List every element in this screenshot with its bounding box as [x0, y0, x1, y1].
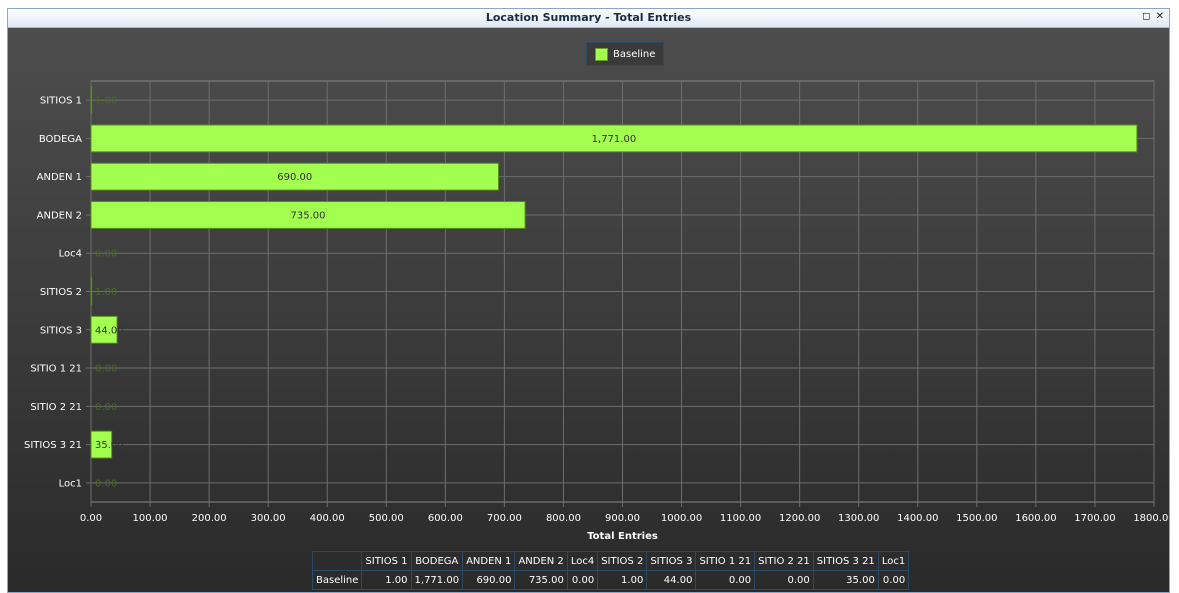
data-label: 0.00 — [95, 478, 117, 489]
category-label: Loc1 — [59, 478, 82, 489]
category-label: SITIOS 3 21 — [24, 440, 82, 451]
x-tick-label: 1700.00 — [1074, 513, 1115, 524]
data-label: 1.00 — [95, 287, 117, 298]
bar — [90, 86, 93, 115]
x-tick-label: 300.00 — [251, 513, 286, 524]
x-tick-label: 200.00 — [192, 513, 227, 524]
x-tick-label: 1000.00 — [661, 513, 702, 524]
category-label: Loc4 — [59, 249, 82, 260]
category-label: SITIOS 2 — [40, 287, 82, 298]
x-tick-label: 1800.00 — [1133, 513, 1169, 524]
x-tick-label: 1400.00 — [897, 513, 938, 524]
plot-area: 0.00 100.00 200.00 300.00 400.00 500.00 600.00… — [8, 28, 1169, 592]
table-column-header: SITIOS 1 — [361, 551, 412, 571]
table-column-header: ANDEN 2 — [514, 551, 568, 571]
data-label: 735.00 — [291, 210, 326, 221]
category-label: SITIOS 3 — [40, 325, 82, 336]
x-tick-label: 0.00 — [80, 513, 102, 524]
data-label: 690.00 — [277, 172, 312, 183]
data-label: 0.00 — [95, 364, 117, 375]
table-header-row: SITIOS 1 BODEGA ANDEN 1 ANDEN 2 Loc4 SITIOS 2… — [311, 551, 910, 571]
table-column-header: SITIO 1 21 — [695, 551, 756, 571]
x-tick-label: 100.00 — [133, 513, 168, 524]
table-cell: 0.00 — [566, 570, 599, 590]
data-label: 44.00 — [95, 325, 124, 336]
table-row: Baseline 1.00 1,771.00 690.00 735.00 0.00 1.0… — [311, 570, 910, 590]
table-column-header: SITIOS 2 — [597, 551, 648, 571]
close-icon[interactable]: ✕ — [1156, 11, 1164, 22]
table-column-header: BODEGA — [410, 551, 464, 571]
category-label: SITIO 1 21 — [30, 364, 82, 375]
x-tick-label: 600.00 — [428, 513, 463, 524]
x-axis-title: Total Entries — [587, 531, 658, 542]
table-column-header: SITIO 2 21 — [754, 551, 814, 571]
category-label: BODEGA — [39, 134, 82, 145]
data-label: 35.00 — [95, 440, 124, 451]
bar-chart: 0.00 100.00 200.00 300.00 400.00 500.00 600.00… — [24, 80, 1169, 542]
x-tick-label: 900.00 — [605, 513, 640, 524]
table-corner-cell — [311, 551, 363, 571]
legend-swatch — [595, 47, 608, 61]
table-cell: 0.00 — [754, 570, 814, 590]
table-column-header: SITIOS 3 — [646, 551, 697, 571]
x-tick-label: 1200.00 — [779, 513, 820, 524]
table-column-header: Loc4 — [566, 551, 599, 571]
data-label: 0.00 — [95, 249, 117, 260]
title-bar[interactable]: Location Summary - Total Entries ◻ ✕ — [8, 9, 1169, 28]
bar — [90, 277, 93, 306]
x-tick-label: 500.00 — [369, 513, 404, 524]
table-cell: 735.00 — [514, 570, 568, 590]
table-cell: 1.00 — [361, 570, 412, 590]
table-column-header: Loc1 — [877, 551, 910, 571]
table-cell: 35.00 — [812, 570, 879, 590]
table-column-header: ANDEN 1 — [462, 551, 516, 571]
x-tick-label: 800.00 — [546, 513, 581, 524]
category-label: ANDEN 1 — [37, 172, 82, 183]
table-cell: 0.00 — [877, 570, 910, 590]
restore-icon[interactable]: ◻ — [1142, 11, 1150, 22]
x-tick-label: 400.00 — [310, 513, 345, 524]
table-cell: 44.00 — [646, 570, 697, 590]
data-label: 1.00 — [95, 96, 117, 107]
category-label: ANDEN 2 — [37, 210, 82, 221]
table-cell: 1,771.00 — [410, 570, 464, 590]
window-title: Location Summary - Total Entries — [485, 11, 692, 24]
x-tick-label: 1300.00 — [838, 513, 879, 524]
table-cell: 0.00 — [695, 570, 756, 590]
data-label: 0.00 — [95, 402, 117, 413]
legend-label: Baseline — [613, 48, 656, 60]
x-tick-label: 1600.00 — [1015, 513, 1056, 524]
data-label: 1,771.00 — [592, 134, 637, 145]
window-controls: ◻ ✕ — [1140, 11, 1164, 22]
table-cell: 690.00 — [462, 570, 516, 590]
x-tick-label: 700.00 — [487, 513, 522, 524]
x-tick-label: 1500.00 — [956, 513, 997, 524]
category-label: SITIOS 1 — [40, 96, 82, 107]
category-label: SITIO 2 21 — [30, 402, 82, 413]
chart-window: Location Summary - Total Entries ◻ ✕ 0.0… — [7, 8, 1170, 593]
table-row-label: Baseline — [311, 570, 363, 590]
table-cell: 1.00 — [597, 570, 648, 590]
x-tick-label: 1100.00 — [720, 513, 761, 524]
data-table: SITIOS 1 BODEGA ANDEN 1 ANDEN 2 Loc4 SITIOS 2… — [311, 551, 910, 590]
table-column-header: SITIOS 3 21 — [812, 551, 879, 571]
legend[interactable]: Baseline — [586, 42, 665, 66]
